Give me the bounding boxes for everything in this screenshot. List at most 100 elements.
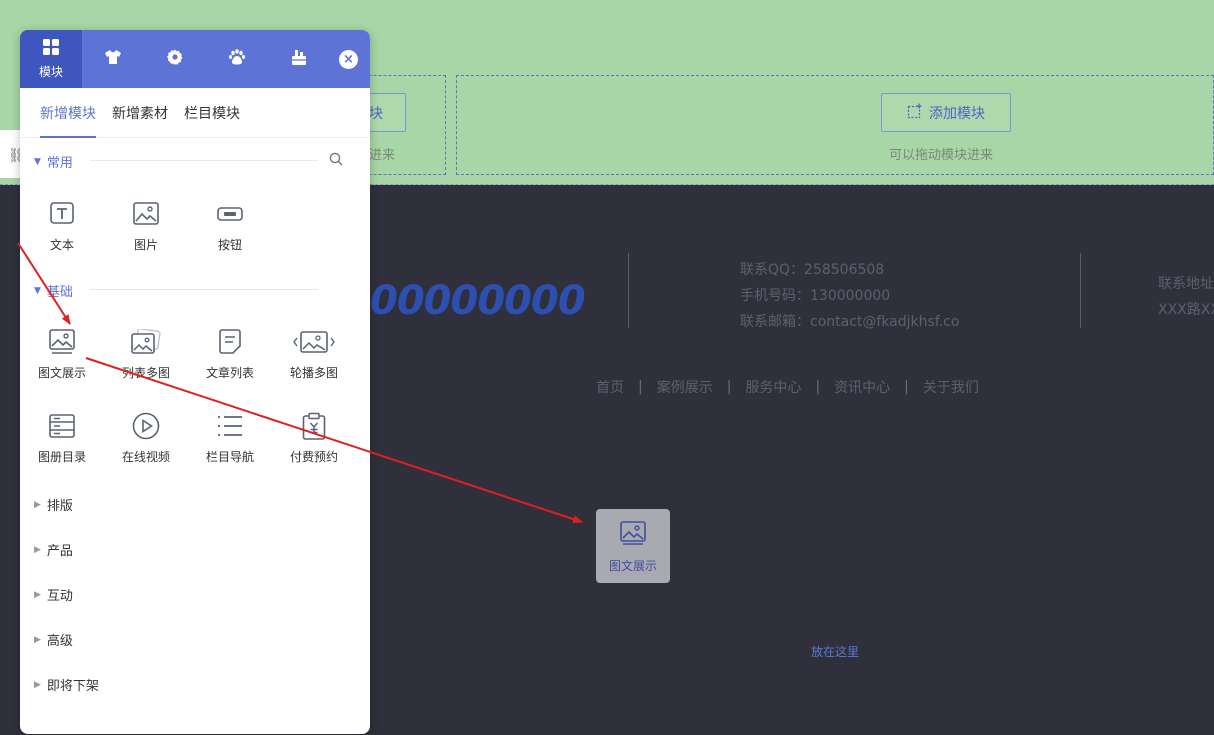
add-module-label: 添加模块 [929, 105, 985, 122]
sub-tab-new-module[interactable]: 新增模块 [32, 88, 104, 138]
caret-down-icon: ▼ [34, 156, 41, 167]
tab-modules[interactable]: 模块 [20, 30, 82, 88]
section-deprecated-header[interactable]: ▶ 即将下架 [34, 675, 99, 694]
module-paid-booking[interactable]: 付费预约 [272, 412, 356, 465]
footer-divider [1080, 253, 1081, 328]
section-common-header[interactable]: ▼ 常用 [34, 152, 73, 171]
paid-booking-icon [302, 412, 326, 440]
contact-address: XXX路XX [1158, 302, 1214, 318]
footer-nav-cases[interactable]: 案例展示 [643, 377, 727, 397]
footer-nav: 首页 | 案例展示 | 服务中心 | 资讯中心 | 关于我们 [582, 377, 993, 397]
image-text-icon [49, 328, 75, 356]
footer-divider [628, 253, 629, 328]
sub-tab-new-material[interactable]: 新增素材 [104, 88, 176, 137]
tab-theme[interactable] [82, 30, 144, 88]
module-video[interactable]: 在线视频 [104, 412, 188, 465]
search-icon[interactable] [329, 152, 343, 170]
section-interaction-title: 互动 [46, 589, 73, 604]
drop-hint: 可以拖动模块进来 [889, 148, 994, 163]
caret-right-icon: ▶ [34, 679, 41, 690]
module-button[interactable]: 按钮 [188, 200, 272, 253]
section-line [90, 289, 318, 290]
add-module-icon [907, 103, 923, 123]
sub-tabs: 新增模块 新增素材 栏目模块 [20, 88, 370, 138]
module-label: 在线视频 [121, 450, 170, 464]
video-icon [132, 412, 160, 440]
section-advanced-title: 高级 [46, 634, 73, 649]
module-article-list[interactable]: 文章列表 [188, 328, 272, 381]
module-panel: 模块 × 新增模块 新增素材 栏目模块 ▼ 常用 文本 图片 按钮 ▼ 基础 图… [20, 30, 370, 734]
module-label: 栏目导航 [205, 450, 254, 464]
module-image[interactable]: 图片 [104, 200, 188, 253]
drop-target-hint: 放在这里 [811, 645, 860, 659]
add-module-label: 块 [369, 105, 383, 122]
module-label: 按钮 [217, 238, 242, 252]
list-nav-icon [217, 412, 243, 440]
button-icon [217, 200, 243, 228]
contact-qq: 联系QQ：258506508 [740, 262, 885, 278]
module-label: 图册目录 [37, 450, 86, 464]
contact-phone: 手机号码：130000000 [740, 288, 891, 304]
footer-nav-service[interactable]: 服务中心 [731, 377, 815, 397]
section-line [90, 160, 318, 161]
drop-zone-right[interactable]: 添加模块 可以拖动模块进来 [456, 75, 1214, 175]
panel-header: 模块 × [20, 30, 370, 88]
module-image-text[interactable]: 图文展示 [20, 328, 104, 381]
module-label: 轮播多图 [289, 366, 338, 380]
caret-right-icon: ▶ [34, 544, 41, 555]
module-label: 付费预约 [289, 450, 338, 464]
module-label: 图片 [133, 238, 158, 252]
image-icon [133, 200, 159, 228]
contact-address-label: 联系地址 [1158, 276, 1214, 292]
text-icon [49, 200, 75, 228]
dragging-module-ghost[interactable]: 图文展示 [596, 509, 670, 583]
section-advanced-header[interactable]: ▶ 高级 [34, 630, 73, 649]
paw-icon [228, 48, 246, 70]
contact-email: 联系邮箱：contact@fkadjkhsf.co [740, 314, 960, 330]
toolbox-icon [290, 48, 308, 70]
caret-right-icon: ▶ [34, 499, 41, 510]
section-deprecated-title: 即将下架 [46, 679, 99, 694]
module-multi-image[interactable]: 列表多图 [104, 328, 188, 381]
caret-right-icon: ▶ [34, 589, 41, 600]
section-basic-header[interactable]: ▼ 基础 [34, 281, 73, 300]
carousel-icon [292, 328, 336, 356]
shirt-icon [104, 49, 122, 69]
module-label: 文章列表 [205, 366, 254, 380]
footer-nav-about[interactable]: 关于我们 [909, 377, 993, 397]
dragging-module-label: 图文展示 [608, 559, 657, 573]
section-layout-header[interactable]: ▶ 排版 [34, 495, 73, 514]
module-album[interactable]: 图册目录 [20, 412, 104, 465]
section-product-header[interactable]: ▶ 产品 [34, 540, 73, 559]
module-text[interactable]: 文本 [20, 200, 104, 253]
module-column-nav[interactable]: 栏目导航 [188, 412, 272, 465]
module-label: 列表多图 [121, 366, 170, 380]
footer-phone-number: 00000000 [370, 278, 586, 324]
caret-down-icon: ▼ [34, 285, 41, 296]
tab-modules-label: 模块 [38, 65, 63, 79]
album-icon [49, 412, 75, 440]
article-icon [219, 328, 241, 356]
add-module-button[interactable]: 添加模块 [881, 93, 1011, 132]
section-common-title: 常用 [46, 156, 73, 171]
tab-settings[interactable] [144, 30, 206, 88]
module-label: 文本 [49, 238, 74, 252]
caret-right-icon: ▶ [34, 634, 41, 645]
multi-image-icon [131, 328, 161, 356]
footer-nav-home[interactable]: 首页 [582, 377, 638, 397]
drop-hint: 进来 [369, 148, 396, 163]
gear-icon [166, 48, 184, 70]
section-basic-title: 基础 [46, 285, 73, 300]
grid-icon [42, 38, 60, 60]
section-layout-title: 排版 [46, 499, 73, 514]
tab-tools[interactable] [268, 30, 330, 88]
module-carousel[interactable]: 轮播多图 [272, 328, 356, 381]
image-text-icon [620, 509, 646, 549]
sub-tab-column-module[interactable]: 栏目模块 [176, 88, 248, 137]
section-product-title: 产品 [46, 544, 73, 559]
tab-plugins[interactable] [206, 30, 268, 88]
module-label: 图文展示 [37, 366, 86, 380]
section-interaction-header[interactable]: ▶ 互动 [34, 585, 73, 604]
footer-nav-news[interactable]: 资讯中心 [820, 377, 904, 397]
close-button[interactable]: × [339, 50, 358, 69]
